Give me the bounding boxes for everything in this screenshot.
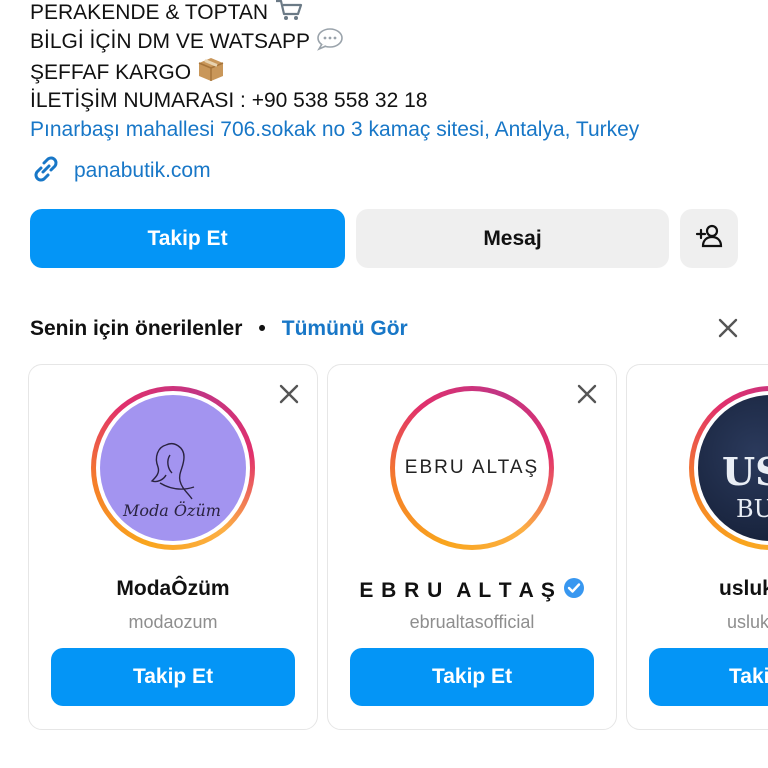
suggestion-follow-label: Takip Et — [729, 665, 768, 688]
message-button-label: Mesaj — [483, 226, 542, 250]
bio-line-4: İLETİŞİM NUMARASI : +90 538 558 32 18 — [30, 86, 427, 115]
address-link[interactable]: Pınarbaşı mahallesi 706.sokak no 3 kamaç… — [30, 115, 639, 144]
link-icon — [30, 153, 62, 190]
avatar-logo-text: Moda Özüm — [122, 500, 221, 520]
verified-badge-icon — [563, 577, 585, 605]
bio-line-3: ŞEFFAF KARGO — [30, 56, 225, 90]
see-all-link[interactable]: Tümünü Gör — [282, 317, 408, 341]
add-person-icon — [694, 221, 724, 257]
suggestion-follow-label: Takip Et — [132, 665, 214, 688]
avatar[interactable]: Moda Özüm — [91, 386, 255, 550]
suggestion-name: usluk — [719, 577, 768, 600]
moda-ozum-logo: Moda Özüm — [122, 443, 221, 520]
avatar-logo-text: US — [722, 449, 768, 494]
suggestion-follow-button[interactable]: Takip Et — [649, 648, 768, 706]
avatar-logo-subtext: BU — [736, 495, 768, 523]
package-icon — [197, 56, 225, 90]
suggestion-handle: ebrualtasofficial — [409, 612, 535, 632]
suggestion-name-row: E B R U A L T A Ş — [328, 577, 616, 605]
suggestion-handle: modaozum — [128, 612, 218, 632]
suggest-people-button[interactable] — [680, 209, 738, 268]
avatar[interactable]: EBRU ALTAŞ — [390, 386, 554, 550]
suggestion-follow-button[interactable]: Takip Et — [350, 648, 594, 706]
suggestion-name: ModaÔzüm — [116, 577, 230, 600]
follow-button-label: Takip Et — [147, 226, 228, 250]
avatar[interactable]: US BU — [689, 386, 768, 550]
speech-bubble-icon — [316, 27, 344, 59]
suggestion-follow-label: Takip Et — [431, 665, 513, 688]
website-link[interactable]: panabutik.com — [30, 154, 211, 188]
message-button[interactable]: Mesaj — [356, 209, 669, 268]
suggestions-header: Senin için önerilenler • Tümünü Gör — [30, 314, 408, 344]
dismiss-icon[interactable] — [576, 383, 598, 410]
address-text: Pınarbaşı mahallesi 706.sokak no 3 kamaç… — [30, 118, 640, 141]
bio-text-shipping: ŞEFFAF KARGO — [30, 61, 192, 84]
suggestions-title: Senin için önerilenler — [30, 317, 243, 340]
suggestion-name: E B R U A L T A Ş — [359, 579, 556, 602]
website-url: panabutik.com — [74, 159, 211, 182]
dismiss-icon[interactable] — [278, 383, 300, 410]
suggestion-card[interactable]: EBRU ALTAŞ E B R U A L T A Ş ebrualtasof… — [327, 364, 617, 730]
bio-text-retail: PERAKENDE & TOPTAN — [30, 1, 269, 24]
follow-button[interactable]: Takip Et — [30, 209, 345, 268]
close-suggestions-icon[interactable] — [717, 317, 739, 344]
suggestion-handle: usluk — [727, 612, 768, 632]
suggestion-card[interactable]: US BU usluk usluk Takip Et — [626, 364, 768, 730]
bio-text-info: BİLGİ İÇİN DM VE WATSAPP — [30, 30, 311, 53]
avatar-logo-text: EBRU ALTAŞ — [404, 457, 540, 478]
bio-line-2: BİLGİ İÇİN DM VE WATSAPP — [30, 27, 344, 59]
bio-text-phone: İLETİŞİM NUMARASI : +90 538 558 32 18 — [30, 89, 428, 112]
suggestion-card[interactable]: Moda Özüm ModaÔzüm modaozum Takip Et — [28, 364, 318, 730]
bio-line-1: PERAKENDE & TOPTAN — [30, 0, 304, 30]
shopping-cart-icon — [274, 0, 304, 30]
suggestion-follow-button[interactable]: Takip Et — [51, 648, 295, 706]
separator-dot: • — [258, 317, 266, 340]
